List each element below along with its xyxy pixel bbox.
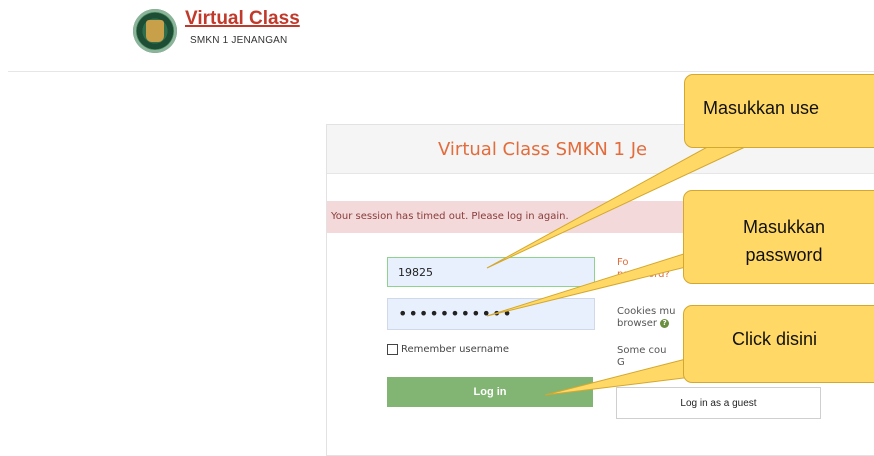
username-input[interactable]: 19825 bbox=[387, 257, 595, 287]
brand-title[interactable]: Virtual Class bbox=[185, 8, 300, 30]
password-callout-line-2: password bbox=[745, 245, 823, 265]
password-input[interactable]: ••••••••••• bbox=[387, 298, 595, 330]
remember-username-checkbox[interactable] bbox=[387, 344, 398, 355]
login-title: Virtual Class SMKN 1 Je bbox=[438, 139, 648, 160]
help-icon[interactable]: ? bbox=[660, 318, 670, 328]
guest-login-button[interactable]: Log in as a guest bbox=[616, 387, 821, 419]
password-callout: Masukkan password bbox=[683, 190, 874, 284]
guest-notice-line-2: G bbox=[617, 357, 625, 368]
forgot-password-link[interactable]: Fo password? bbox=[617, 257, 670, 281]
forgot-line-1: Fo bbox=[617, 257, 629, 268]
cookies-line-2: browser bbox=[617, 318, 658, 329]
username-callout-text: Masukkan use bbox=[703, 98, 820, 118]
alert-message: Your session has timed out. Please log i… bbox=[331, 211, 569, 222]
password-callout-text: Masukkan password bbox=[684, 213, 874, 269]
login-card: Virtual Class SMKN 1 Je Your session has… bbox=[326, 124, 874, 456]
login-button[interactable]: Log in bbox=[387, 377, 593, 407]
remember-username[interactable]: Remember username bbox=[387, 344, 509, 355]
cookies-notice: Cookies mu browser ? bbox=[617, 306, 675, 330]
site-header: Virtual Class SMKN 1 JENANGAN bbox=[0, 0, 874, 72]
guest-access-notice: Some cou G bbox=[617, 345, 667, 369]
password-callout-line-1: Masukkan bbox=[742, 217, 826, 237]
password-value: ••••••••••• bbox=[398, 304, 513, 323]
remember-username-label: Remember username bbox=[401, 344, 510, 355]
username-callout: Masukkan use bbox=[684, 74, 874, 148]
click-callout-text: Click disini bbox=[732, 329, 818, 349]
logo-emblem-icon bbox=[146, 20, 164, 42]
guest-notice-line-1: Some cou bbox=[617, 345, 667, 356]
click-callout: Click disini bbox=[683, 305, 874, 383]
brand-subtitle: SMKN 1 JENANGAN bbox=[190, 35, 288, 46]
forgot-line-2: password? bbox=[617, 269, 670, 280]
cookies-line-1: Cookies mu bbox=[617, 306, 676, 317]
school-logo[interactable] bbox=[133, 9, 177, 53]
header-divider bbox=[8, 71, 874, 72]
username-value: 19825 bbox=[398, 266, 433, 279]
